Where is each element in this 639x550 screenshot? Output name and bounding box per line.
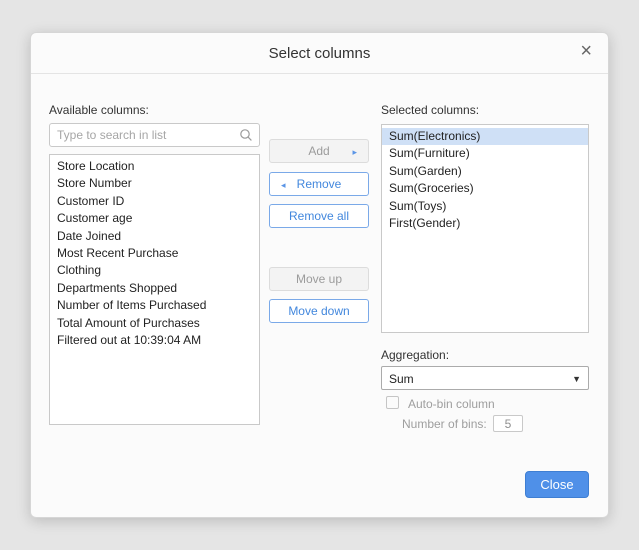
search-input[interactable] (50, 124, 259, 146)
search-icon (238, 127, 254, 143)
dialog-title: Select columns (31, 45, 608, 62)
selected-columns-label: Selected columns: (381, 103, 479, 117)
move-up-button[interactable]: Move up (269, 267, 369, 291)
list-item[interactable]: Customer ID (50, 193, 259, 210)
list-item[interactable]: First(Gender) (382, 215, 588, 232)
list-item[interactable]: Date Joined (50, 228, 259, 245)
list-item[interactable]: Customer age (50, 210, 259, 227)
auto-bin-label: Auto-bin column (408, 397, 495, 411)
list-item[interactable]: Sum(Garden) (382, 163, 588, 180)
remove-button[interactable]: ◂ Remove (269, 172, 369, 196)
list-item[interactable]: Sum(Furniture) (382, 145, 588, 162)
list-item[interactable]: Number of Items Purchased (50, 297, 259, 314)
list-item[interactable]: Departments Shopped (50, 280, 259, 297)
available-columns-label: Available columns: (49, 103, 149, 117)
list-item[interactable]: Clothing (50, 262, 259, 279)
dropdown-arrow-icon: ▼ (572, 374, 581, 384)
selected-columns-list[interactable]: Sum(Electronics)Sum(Furniture)Sum(Garden… (381, 124, 589, 333)
move-down-button[interactable]: Move down (269, 299, 369, 323)
list-item[interactable]: Store Location (50, 158, 259, 175)
remove-all-button[interactable]: Remove all (269, 204, 369, 228)
select-columns-dialog: Select columns × Available columns: Stor… (30, 32, 609, 518)
list-item[interactable]: Sum(Groceries) (382, 180, 588, 197)
dialog-header: Select columns × (31, 33, 608, 74)
close-icon[interactable]: × (580, 41, 592, 61)
number-of-bins-input[interactable] (493, 415, 523, 432)
aggregation-value: Sum (389, 372, 414, 386)
search-box (49, 123, 260, 147)
list-item[interactable]: Store Number (50, 175, 259, 192)
aggregation-label: Aggregation: (381, 348, 449, 362)
add-button[interactable]: Add ▸ (269, 139, 369, 163)
arrow-right-icon: ▸ (352, 147, 357, 158)
list-item[interactable]: Total Amount of Purchases (50, 315, 259, 332)
arrow-left-icon: ◂ (281, 180, 286, 191)
available-columns-list[interactable]: Store LocationStore NumberCustomer IDCus… (49, 154, 260, 425)
auto-bin-checkbox[interactable] (386, 396, 399, 409)
aggregation-select[interactable]: Sum ▼ (381, 366, 589, 390)
close-button[interactable]: Close (525, 471, 589, 498)
list-item[interactable]: Sum(Toys) (382, 198, 588, 215)
list-item[interactable]: Sum(Electronics) (382, 128, 588, 145)
number-of-bins-label: Number of bins: (402, 417, 487, 431)
list-item[interactable]: Filtered out at 10:39:04 AM (50, 332, 259, 349)
list-item[interactable]: Most Recent Purchase (50, 245, 259, 262)
